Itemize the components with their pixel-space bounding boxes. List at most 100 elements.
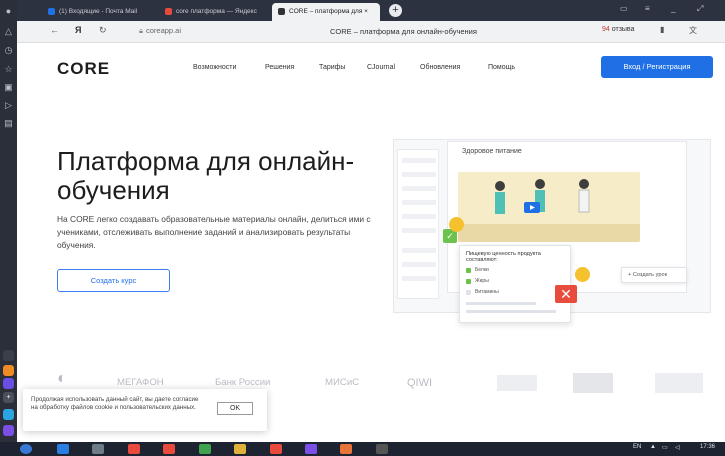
emoji-icon (449, 217, 464, 232)
reload-icon[interactable]: ↻ (99, 25, 107, 36)
hero-title: Платформа для онлайн-обучения (57, 146, 355, 205)
partner-logo-icon (573, 373, 613, 393)
palette-item (402, 262, 436, 267)
quiz-option: Белки (475, 267, 489, 273)
screen: ● △ ◷ ☆ ▣ ▷ ▤ + (1) Входящие - Почта Mai… (0, 0, 725, 456)
app-icon[interactable] (340, 444, 352, 454)
nav-help[interactable]: Помощь (488, 64, 515, 71)
url-field[interactable]: 🔒︎ coreapp.ai (139, 26, 181, 36)
cookie-banner: Продолжая использовать данный сайт, вы д… (23, 389, 267, 431)
start-icon[interactable] (20, 444, 32, 454)
yandex-favicon-icon (165, 7, 172, 15)
login-register-button[interactable]: Вход / Регистрация (601, 56, 713, 78)
palette-item (402, 172, 436, 177)
quiz-line (466, 310, 556, 313)
network-icon[interactable]: ▭ (662, 444, 668, 451)
yandex-icon[interactable] (163, 444, 175, 454)
block-palette (397, 149, 439, 299)
opera-icon[interactable] (128, 444, 140, 454)
hero-description: На CORE легко создавать образовательные … (57, 214, 371, 250)
archive-icon[interactable] (376, 444, 388, 454)
nav-features[interactable]: Возможности (193, 64, 236, 71)
translate-icon[interactable]: 文 (689, 25, 697, 36)
bookmarks-icon[interactable]: ☆ (3, 64, 14, 75)
tab-bar: (1) Входящие - Почта Mail core платформа… (17, 0, 725, 21)
tab-manager-icon[interactable]: ▭ (620, 4, 628, 13)
partner-bank-of-russia: Банк России (215, 377, 271, 388)
ie-icon[interactable] (57, 444, 69, 454)
core-favicon-icon (278, 7, 285, 15)
explorer-icon[interactable] (234, 444, 246, 454)
emoji-icon (575, 267, 590, 282)
palette-item (402, 214, 436, 219)
partner-qiwi: QIWI (407, 377, 433, 389)
tab-core[interactable]: CORE – платформа для × (272, 3, 380, 21)
lock-icon: 🔒︎ (139, 26, 143, 35)
taskbar: EN ▲ ▭ ◁ 17:36 (0, 442, 725, 456)
add-app-icon[interactable]: + (3, 392, 14, 403)
history-icon[interactable]: ◷ (3, 45, 14, 56)
back-icon[interactable]: ← (50, 25, 59, 35)
nav-updates[interactable]: Обновления (420, 64, 460, 71)
tab-label: (1) Входящие - Почта Mail (59, 8, 138, 15)
palette-item (402, 158, 436, 163)
profile-icon[interactable]: ● (3, 6, 14, 17)
reviews-label: отзыва (611, 26, 635, 33)
nav-cjournal[interactable]: CJournal (367, 64, 395, 71)
checkbox-icon (466, 279, 471, 284)
language-indicator[interactable]: EN (633, 444, 641, 450)
tab-label: CORE – платформа для (289, 8, 363, 15)
tab-label: core платформа — Яндекс (176, 8, 257, 15)
yandex-browser-icon[interactable] (270, 444, 282, 454)
palette-item (402, 200, 436, 205)
tab-mail[interactable]: (1) Входящие - Почта Mail (42, 3, 157, 21)
quiz-line (466, 302, 536, 305)
telegram-app-icon[interactable] (3, 409, 14, 420)
palette-item (402, 186, 436, 191)
tab-close-icon[interactable]: × (364, 8, 368, 15)
media-icon[interactable]: ▷ (3, 100, 14, 111)
website: CORE Возможности Решения Тарифы CJournal… (17, 43, 725, 442)
video-scene (458, 172, 640, 242)
nav-solutions[interactable]: Решения (265, 64, 294, 71)
page-title: CORE – платформа для онлайн-обучения (330, 27, 477, 36)
app-icon[interactable] (3, 350, 14, 361)
partner-misis: МИСиС (325, 377, 360, 388)
alice-app-icon[interactable] (3, 425, 14, 436)
quiz-card: Пищевую ценность продукта составляют: Бе… (459, 245, 571, 323)
mail-app-icon[interactable] (3, 365, 14, 376)
yandex-home-icon[interactable]: Я (75, 25, 81, 35)
checkbox-icon (466, 290, 471, 295)
notifications-icon[interactable]: △ (3, 26, 14, 37)
quiz-option: Жиры (475, 278, 489, 284)
media-player-icon[interactable] (92, 444, 104, 454)
palette-item (402, 248, 436, 253)
menu-icon[interactable]: ≡ (645, 4, 650, 13)
clock[interactable]: 17:36 (700, 444, 715, 450)
mail-favicon-icon (48, 7, 55, 15)
quiz-question: Пищевую ценность продукта составляют: (466, 251, 541, 263)
partner-logo-icon (655, 373, 703, 393)
cookie-ok-button[interactable]: OK (217, 402, 253, 415)
maximize-icon[interactable]: ⤢ (697, 4, 703, 14)
reviews-badge[interactable]: 94 отзыва (602, 26, 634, 33)
create-course-button[interactable]: Создать курс (57, 269, 170, 292)
nav-pricing[interactable]: Тарифы (319, 64, 345, 71)
bookmark-icon[interactable]: ▮ (660, 25, 664, 34)
chrome-icon[interactable] (199, 444, 211, 454)
messenger-app-icon[interactable] (3, 378, 14, 389)
partner-logo-icon: ◐ (57, 370, 67, 387)
tray-expand-icon[interactable]: ▲ (650, 444, 656, 450)
minimize-icon[interactable]: _ (671, 4, 675, 13)
tab-yandex[interactable]: core платформа — Яндекс (159, 3, 269, 21)
collections-icon[interactable]: ▣ (3, 82, 14, 93)
core-logo[interactable]: CORE (57, 59, 110, 79)
viber-icon[interactable] (305, 444, 317, 454)
new-tab-button[interactable]: + (389, 4, 402, 17)
volume-icon[interactable]: ◁ (675, 444, 680, 451)
reviews-count: 94 (602, 26, 610, 33)
panel-icon[interactable]: ▤ (3, 118, 14, 129)
wrong-answer-icon: ✕ (555, 285, 577, 303)
add-lesson-chip: + Создать урок (621, 267, 687, 283)
partner-logo-icon (497, 375, 537, 391)
